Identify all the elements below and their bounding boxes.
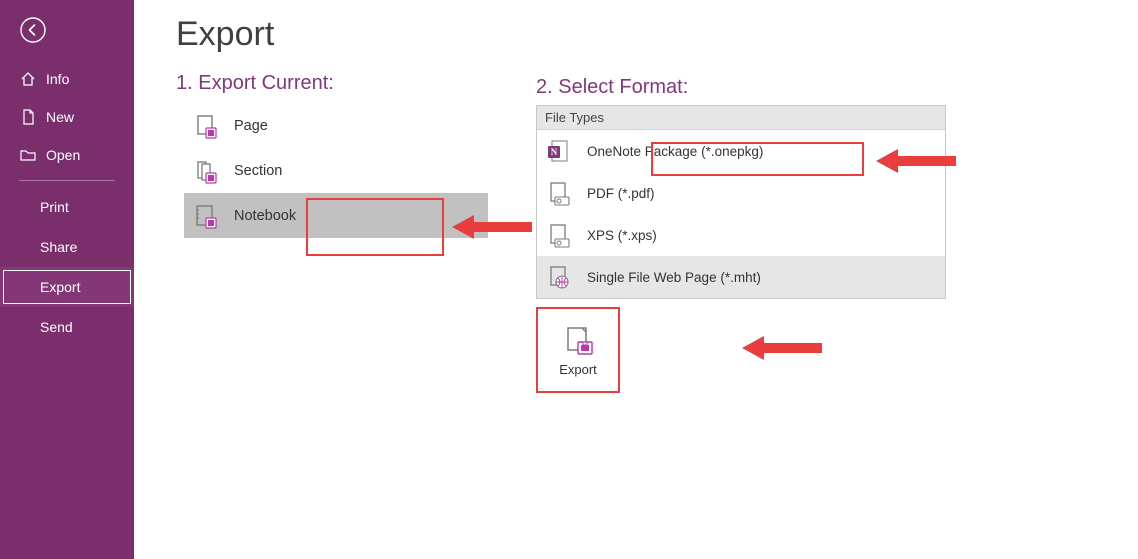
option-label: Page [234,118,268,134]
sidebar-label: Info [46,71,69,87]
sidebar-item-new[interactable]: New [0,98,134,136]
sidebar-item-export[interactable]: Export [0,267,134,307]
sidebar-label: New [46,109,74,125]
sidebar-label: Share [40,239,77,255]
home-icon [20,71,36,87]
pdf-icon [545,179,573,207]
sidebar-item-share[interactable]: Share [0,227,134,267]
export-current-page[interactable]: Page [184,103,506,148]
back-arrow-icon [20,17,46,43]
export-button-label: Export [559,362,597,377]
sidebar-label: Send [40,319,73,335]
sidebar-label: Export [40,279,80,295]
export-current-section[interactable]: Section [184,148,506,193]
filetype-label: Single File Web Page (*.mht) [587,270,761,285]
filetype-label: PDF (*.pdf) [587,186,655,201]
section-icon [192,157,220,185]
filetype-pdf[interactable]: PDF (*.pdf) [537,172,945,214]
page-title: Export [176,15,1108,54]
webpage-icon [545,263,573,291]
onenote-package-icon: N [545,137,573,165]
sidebar-label: Print [40,199,69,215]
main-content: Export 1. Export Current: Page [134,0,1138,559]
sidebar-separator [19,180,115,181]
file-types-group: File Types N OneNote Package (*.onepkg) [536,105,946,299]
folder-open-icon [20,147,36,163]
export-current-heading: 1. Export Current: [176,72,506,95]
sidebar-item-print[interactable]: Print [0,187,134,227]
sidebar-item-info[interactable]: Info [0,60,134,98]
xps-icon [545,221,573,249]
option-label: Section [234,163,282,179]
file-types-header: File Types [537,106,945,130]
sidebar-item-open[interactable]: Open [0,136,134,174]
filetype-xps[interactable]: XPS (*.xps) [537,214,945,256]
filetype-label: XPS (*.xps) [587,228,657,243]
select-format-heading: 2. Select Format: [536,76,946,99]
export-current-notebook[interactable]: Notebook [184,193,488,238]
filetype-mht[interactable]: Single File Web Page (*.mht) [537,256,945,298]
back-button[interactable] [0,0,134,60]
export-button[interactable]: Export [536,307,620,393]
option-label: Notebook [234,208,296,224]
export-current-column: 1. Export Current: Page [176,72,506,393]
select-format-column: 2. Select Format: File Types N OneNote P… [536,72,946,393]
sidebar-label: Open [46,147,80,163]
page-icon [192,112,220,140]
sidebar-item-send[interactable]: Send [0,307,134,347]
filetype-onepkg[interactable]: N OneNote Package (*.onepkg) [537,130,945,172]
export-icon [562,324,594,356]
document-icon [20,109,36,125]
svg-text:N: N [551,147,558,157]
backstage-sidebar: Info New Open Print Share Export Send [0,0,134,559]
notebook-icon [192,202,220,230]
filetype-label: OneNote Package (*.onepkg) [587,144,763,159]
